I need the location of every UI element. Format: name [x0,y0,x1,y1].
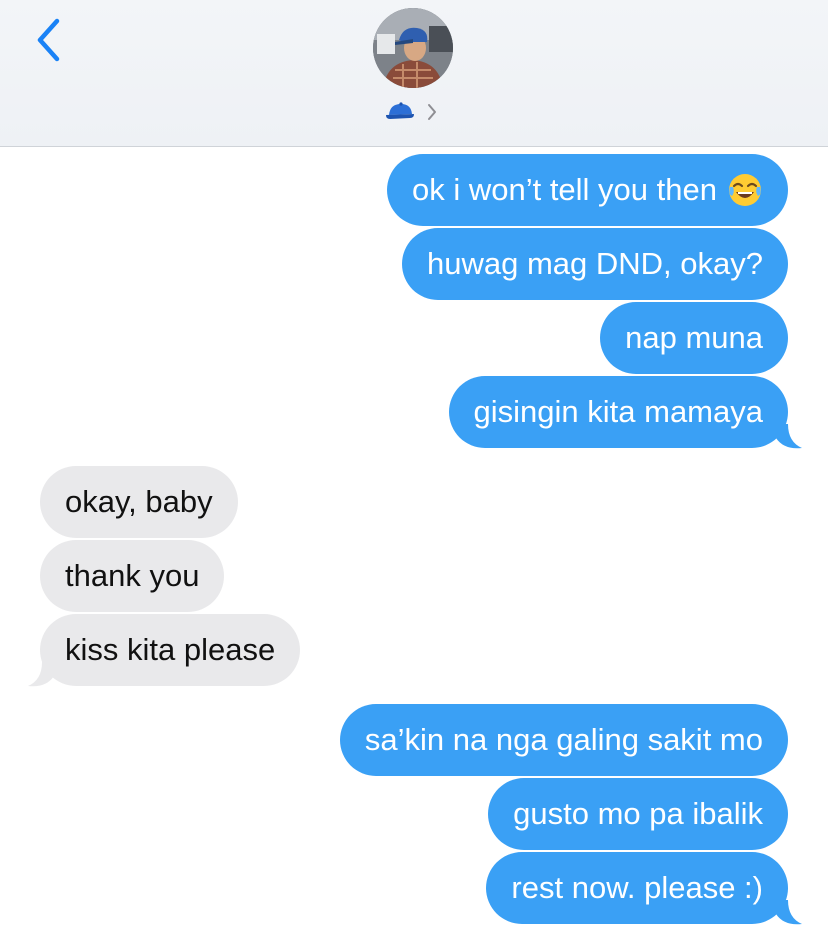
incoming-bubble-tail [28,662,54,687]
outgoing-message[interactable]: ok i won’t tell you then [386,154,788,226]
outgoing-message[interactable]: gisingin kita mamaya [448,376,788,448]
face-with-tears-of-joy-icon [729,174,761,206]
message-thread: ok i won’t tell you then huwag mag DND, … [0,0,828,934]
outgoing-message[interactable]: nap muna [600,302,788,374]
outgoing-message[interactable]: huwag mag DND, okay? [402,228,788,300]
incoming-message[interactable]: thank you [40,540,225,612]
outgoing-bubble-tail [776,900,802,925]
outgoing-message[interactable]: gusto mo pa ibalik [488,778,788,850]
outgoing-message[interactable]: rest now. please :) [486,852,788,924]
incoming-message[interactable]: okay, baby [40,466,238,538]
outgoing-message[interactable]: sa’kin na nga galing sakit mo [339,704,788,776]
incoming-message[interactable]: kiss kita please [40,614,301,686]
outgoing-bubble-tail [776,424,802,449]
